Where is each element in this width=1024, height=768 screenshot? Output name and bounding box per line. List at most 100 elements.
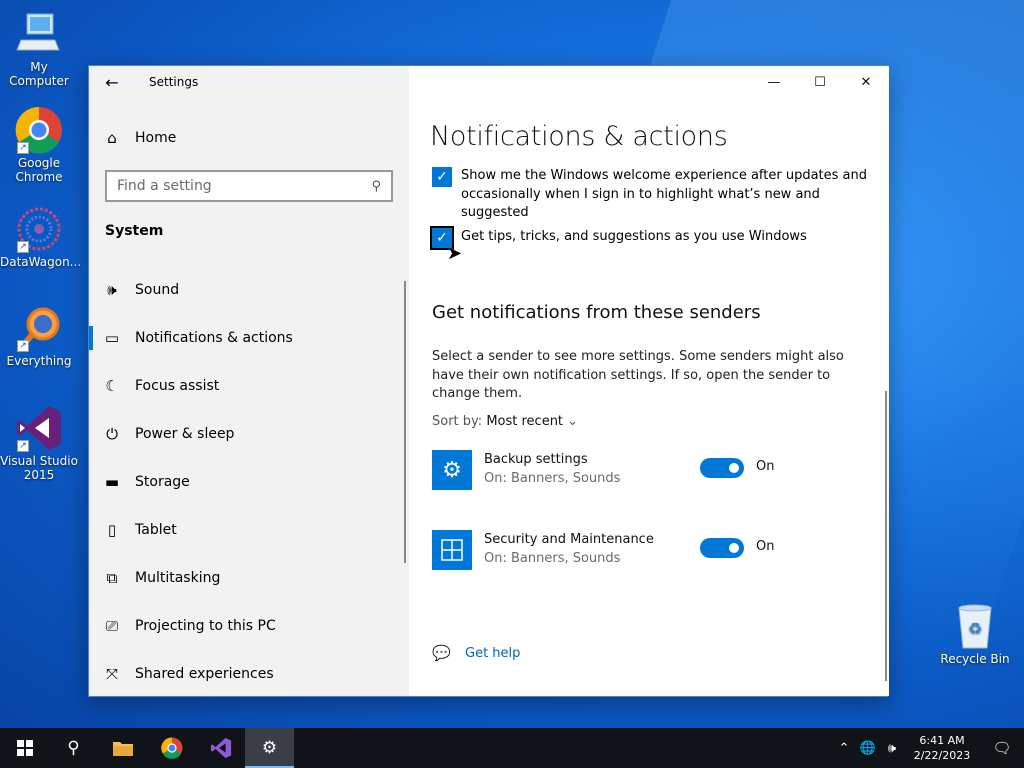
computer-icon: [15, 10, 63, 58]
welcome-experience-option: ✓ Show me the Windows welcome experience…: [432, 167, 872, 223]
nav-item-notifications[interactable]: ▭ Notifications & actions: [89, 314, 409, 362]
chevron-down-icon: ⌄: [567, 414, 579, 429]
home-icon: ⌂: [107, 129, 117, 147]
toggle-knob: [729, 463, 739, 473]
nav-item-label: Multitasking: [135, 570, 221, 586]
toggle-knob: [729, 543, 739, 553]
nav-item-label: Storage: [135, 474, 190, 490]
senders-heading: Get notifications from these senders: [432, 302, 761, 323]
minimize-icon: —: [767, 74, 781, 90]
security-flag-icon: [432, 530, 472, 570]
shortcut-arrow-icon: ↗: [17, 440, 29, 452]
nav-item-tablet[interactable]: ▯ Tablet: [89, 506, 409, 554]
search-box: ⚲: [105, 170, 393, 202]
shortcut-arrow-icon: ↗: [17, 142, 29, 154]
nav-list: 🕪 Sound ▭ Notifications & actions ☾ Focu…: [89, 266, 409, 698]
sender-toggle[interactable]: [700, 458, 744, 478]
checkmark-icon: ✓: [436, 168, 448, 185]
taskbar-search-button[interactable]: ⚲: [49, 728, 98, 768]
sender-toggle[interactable]: [700, 538, 744, 558]
close-icon: ✕: [860, 74, 872, 90]
nav-scrollbar[interactable]: [404, 281, 406, 563]
chrome-icon: [160, 737, 183, 759]
desktop-icon-label: My Computer: [9, 60, 69, 88]
network-globe-icon[interactable]: 🌐: [856, 741, 880, 756]
title-bar: ← Settings: [89, 66, 409, 98]
option-label: Get tips, tricks, and suggestions as you…: [461, 229, 807, 244]
nav-item-label: Sound: [135, 282, 180, 298]
notification-icon: ▭: [104, 329, 120, 347]
nav-item-focus-assist[interactable]: ☾ Focus assist: [89, 362, 409, 410]
taskbar-chrome[interactable]: [147, 728, 196, 768]
clock[interactable]: 6:41 AM 2/22/2023: [904, 733, 980, 763]
nav-item-storage[interactable]: ▬ Storage: [89, 458, 409, 506]
desktop-icon-recycle-bin[interactable]: ♻ Recycle Bin: [936, 602, 1014, 666]
start-button[interactable]: [0, 728, 49, 768]
desktop-icon-label: Visual Studio 2015: [0, 454, 78, 482]
chevron-up-icon[interactable]: ⌃: [832, 741, 856, 756]
visual-studio-icon: [210, 737, 231, 759]
sender-security-maintenance[interactable]: Security and Maintenance On: Banners, So…: [432, 530, 872, 570]
senders-description: Select a sender to see more settings. So…: [432, 349, 844, 401]
datawagon-icon: ↗: [15, 205, 63, 253]
search-icon[interactable]: ⚲: [371, 179, 381, 194]
clock-date: 2/22/2023: [913, 749, 971, 762]
welcome-experience-checkbox[interactable]: ✓: [432, 167, 452, 187]
desktop-icon-datawagon[interactable]: ↗ DataWagon...: [0, 205, 82, 269]
maximize-icon: ☐: [814, 74, 826, 90]
volume-icon[interactable]: 🕪: [880, 741, 904, 756]
nav-item-power-sleep[interactable]: ⏻ Power & sleep: [89, 410, 409, 458]
nav-item-projecting[interactable]: ⎚ Projecting to this PC: [89, 602, 409, 650]
speaker-icon: 🕪: [107, 281, 117, 299]
sort-dropdown[interactable]: Sort by: Most recent ⌄: [432, 414, 578, 429]
svg-text:♻: ♻: [968, 619, 982, 638]
taskbar-visual-studio[interactable]: [196, 728, 245, 768]
nav-item-label: Tablet: [135, 522, 177, 538]
desktop-icon-label: DataWagon...: [0, 255, 82, 269]
desktop-icon-everything[interactable]: ↗ Everything: [0, 304, 78, 368]
toggle-state-label: On: [756, 539, 775, 554]
maximize-button[interactable]: ☐: [797, 66, 843, 98]
search-input[interactable]: [117, 178, 372, 194]
taskbar-file-explorer[interactable]: [98, 728, 147, 768]
multitasking-icon: ⧉: [106, 569, 118, 587]
settings-content-pane: — ☐ ✕ Notifications & actions ✓ Show me …: [409, 66, 889, 696]
visual-studio-icon: ↗: [15, 404, 63, 452]
desktop-icon-visual-studio[interactable]: ↗ Visual Studio 2015: [0, 404, 78, 482]
back-arrow-icon: ←: [105, 72, 119, 92]
desktop-icon-chrome[interactable]: ↗ Google Chrome: [0, 106, 78, 184]
desktop-icon-my-computer[interactable]: My Computer: [0, 10, 78, 88]
settings-nav-pane: ← Settings ⌂ Home ⚲ System 🕪 Sound ▭: [89, 66, 409, 696]
nav-item-sound[interactable]: 🕪 Sound: [89, 266, 409, 314]
back-button[interactable]: ←: [89, 66, 135, 98]
shortcut-arrow-icon: ↗: [17, 340, 29, 352]
sender-name: Security and Maintenance: [484, 532, 654, 547]
desktop-icon-label: Everything: [6, 354, 72, 368]
get-help-link[interactable]: Get help: [465, 646, 520, 661]
close-button[interactable]: ✕: [843, 66, 889, 98]
toggle-state-label: On: [756, 459, 775, 474]
desktop-icon-label: Recycle Bin: [940, 652, 1010, 666]
sender-backup-settings[interactable]: ⚙ Backup settings On: Banners, Sounds On: [432, 450, 872, 490]
power-icon: ⏻: [106, 425, 118, 443]
nav-home[interactable]: ⌂ Home: [89, 122, 409, 154]
page-title: Notifications & actions: [430, 121, 728, 152]
tablet-icon: ▯: [107, 521, 117, 539]
gear-icon: ⚙: [261, 738, 278, 758]
help-chat-icon: 💬: [432, 644, 451, 662]
shortcut-arrow-icon: ↗: [17, 241, 29, 253]
action-center-icon[interactable]: 🗨: [980, 739, 1024, 757]
windows-logo-icon: [16, 740, 33, 756]
taskbar-settings[interactable]: ⚙: [245, 728, 294, 768]
projector-icon: ⎚: [105, 617, 118, 635]
content-scrollbar[interactable]: [885, 391, 887, 681]
nav-item-label: Shared experiences: [135, 666, 274, 682]
storage-icon: ▬: [104, 473, 120, 491]
minimize-button[interactable]: —: [751, 66, 797, 98]
nav-home-label: Home: [135, 130, 177, 146]
search-icon: ⚲: [67, 738, 80, 758]
nav-item-label: Focus assist: [135, 378, 220, 394]
recycle-bin-icon: ♻: [951, 602, 999, 650]
nav-item-shared-experiences[interactable]: ⤧ Shared experiences: [89, 650, 409, 698]
nav-item-multitasking[interactable]: ⧉ Multitasking: [89, 554, 409, 602]
